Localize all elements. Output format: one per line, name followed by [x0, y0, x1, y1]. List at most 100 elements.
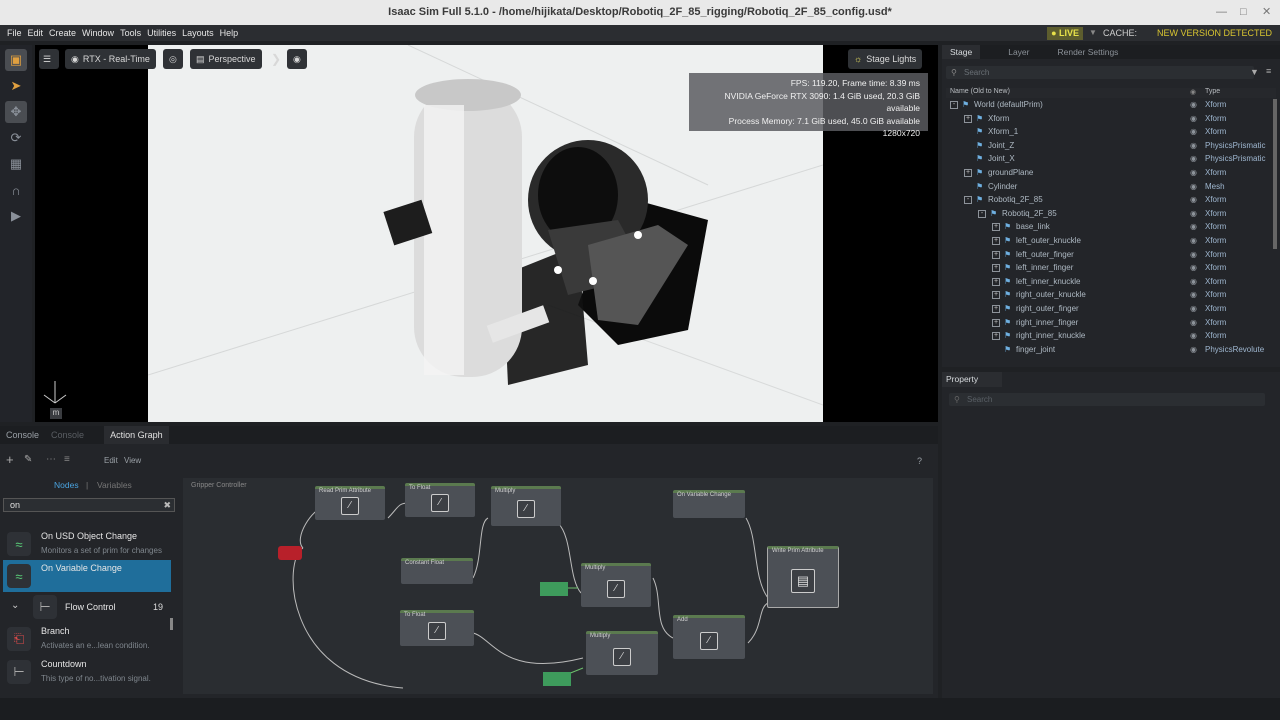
graph-node[interactable]: Multiply ∕ — [491, 486, 561, 526]
tab-console-2[interactable]: Console — [45, 426, 90, 444]
stage-row[interactable]: + ⚑ right_outer_knuckle ◉ Xform — [946, 288, 1272, 302]
menu-file[interactable]: File — [4, 25, 25, 41]
stage-row[interactable]: + ⚑ left_outer_finger ◉ Xform — [946, 248, 1272, 262]
stage-row[interactable]: + ⚑ groundPlane ◉ Xform — [946, 166, 1272, 180]
collapse-icon[interactable]: ≡ — [64, 454, 70, 465]
stage-row[interactable]: + ⚑ left_inner_knuckle ◉ Xform — [946, 275, 1272, 289]
stage-row[interactable]: - ⚑ Robotiq_2F_85 ◉ Xform — [946, 207, 1272, 221]
column-name[interactable]: Name (Old to New) — [950, 88, 1010, 95]
stage-search-input[interactable]: ⚲ Search — [946, 66, 1254, 79]
more-icon[interactable]: ⋯ — [46, 454, 56, 465]
move-icon[interactable]: ✥ — [5, 101, 27, 123]
expand-icon[interactable]: + — [992, 318, 1000, 327]
stage-row[interactable]: - ⚑ World (defaultPrim) ◉ Xform — [946, 98, 1272, 112]
tab-stage[interactable]: Stage — [942, 45, 981, 59]
menu-utilities[interactable]: Utilities — [144, 25, 179, 41]
stage-row[interactable]: + ⚑ left_inner_finger ◉ Xform — [946, 261, 1272, 275]
select-icon[interactable]: ➤ — [5, 75, 27, 97]
node-item-branch[interactable]: ⎗ Branch Activates an e...lean condition. — [3, 623, 171, 655]
live-dropdown-icon[interactable]: ▼ — [1089, 25, 1097, 41]
property-search-input[interactable]: ⚲ Search — [949, 393, 1265, 406]
tab-layer[interactable]: Layer — [1000, 45, 1037, 59]
tab-console[interactable]: Console — [0, 426, 45, 444]
expand-icon[interactable]: + — [992, 332, 1000, 341]
graph-node[interactable]: Read Prim Attribute ∕ — [315, 486, 385, 520]
eye-icon[interactable]: ◉ — [1190, 261, 1197, 275]
stage-row[interactable]: - ⚑ Robotiq_2F_85 ◉ Xform — [946, 193, 1272, 207]
tab-action-graph[interactable]: Action Graph — [104, 426, 169, 444]
stage-row[interactable]: + ⚑ Xform ◉ Xform — [946, 112, 1272, 126]
scale-icon[interactable]: ▦ — [5, 153, 27, 175]
close-icon[interactable]: ✕ — [1262, 0, 1271, 25]
expand-icon[interactable]: + — [964, 169, 972, 177]
graph-node[interactable]: On Variable Change — [673, 490, 745, 518]
visibility-icon[interactable]: ◎ — [163, 49, 183, 69]
eye-icon[interactable]: ◉ — [1190, 207, 1197, 221]
expand-icon[interactable]: + — [992, 237, 1000, 245]
audio-icon[interactable]: ◉ — [287, 49, 307, 69]
nodes-tab[interactable]: Nodes — [54, 480, 79, 490]
menu-create[interactable]: Create — [46, 25, 79, 41]
eye-icon[interactable]: ◉ — [1190, 302, 1197, 316]
eye-icon[interactable]: ◉ — [1190, 275, 1197, 289]
menu-edit[interactable]: Edit — [25, 25, 47, 41]
eye-icon[interactable]: ◉ — [1190, 316, 1197, 330]
eye-icon[interactable]: ◉ — [1190, 343, 1197, 357]
menu-layouts[interactable]: Layouts — [179, 25, 217, 41]
render-mode-button[interactable]: ◉ RTX - Real-Time — [65, 49, 156, 69]
eye-icon[interactable]: ◉ — [1190, 166, 1197, 180]
menu-tools[interactable]: Tools — [117, 25, 144, 41]
eye-icon[interactable]: ◉ — [1190, 248, 1197, 262]
eye-icon[interactable]: ◉ — [1190, 193, 1197, 207]
node-item-on-usd-object-change[interactable]: ≈ On USD Object Change Monitors a set of p… — [3, 528, 171, 560]
stage-row[interactable]: ⚑ Joint_Z ◉ PhysicsPrismatic — [946, 139, 1272, 153]
stage-row[interactable]: + ⚑ base_link ◉ Xform — [946, 220, 1272, 234]
expand-icon[interactable]: + — [964, 114, 972, 123]
camera-button[interactable]: ▤ Perspective — [190, 49, 262, 69]
stage-row[interactable]: ⚑ Joint_X ◉ PhysicsPrismatic — [946, 152, 1272, 166]
maximize-icon[interactable]: □ — [1240, 0, 1247, 25]
expand-icon[interactable]: + — [992, 264, 1000, 273]
forward-icon[interactable]: ❯ — [265, 49, 287, 69]
variable-chip[interactable] — [540, 582, 568, 596]
eye-icon[interactable]: ◉ — [1190, 112, 1197, 126]
add-icon[interactable]: + — [6, 452, 14, 467]
stage-row[interactable]: + ⚑ right_inner_knuckle ◉ Xform — [946, 329, 1272, 343]
expand-icon[interactable]: + — [992, 305, 1000, 313]
stage-scrollbar[interactable] — [1273, 99, 1277, 249]
graph-node[interactable]: Constant Float — [401, 558, 473, 584]
tab-render-settings[interactable]: Render Settings — [1049, 45, 1126, 59]
play-icon[interactable]: ▶ — [5, 205, 27, 227]
list-scrollbar[interactable] — [170, 618, 173, 630]
magnet-icon[interactable]: ∩ — [5, 179, 27, 201]
eye-icon[interactable]: ◉ — [1190, 98, 1197, 112]
menu-help[interactable]: Help — [217, 25, 242, 41]
stage-row[interactable]: ⚑ Xform_1 ◉ Xform — [946, 125, 1272, 139]
stage-row[interactable]: ⚑ finger_joint ◉ PhysicsRevolute — [946, 343, 1272, 357]
options-icon[interactable]: ≡ — [1266, 66, 1271, 76]
stage-row[interactable]: ⚑ Cylinder ◉ Mesh — [946, 180, 1272, 194]
collapse-icon[interactable]: - — [964, 196, 972, 205]
filter-icon[interactable]: ▼ — [1250, 67, 1259, 77]
eye-icon[interactable]: ◉ — [1190, 152, 1197, 166]
view-menu[interactable]: View — [124, 456, 141, 465]
new-version-notice[interactable]: NEW VERSION DETECTED — [1157, 25, 1272, 41]
graph-node[interactable]: Multiply ∕ — [581, 563, 651, 607]
collapse-icon[interactable]: - — [978, 209, 986, 218]
viewport[interactable]: ☰ ◉ RTX - Real-Time ◎ ▤ Perspective ❯ ◉ ☼ S… — [35, 45, 938, 422]
stage-row[interactable]: + ⚑ left_outer_knuckle ◉ Xform — [946, 234, 1272, 248]
node-item-countdown[interactable]: ⊢ Countdown This type of no...tivation sig… — [3, 656, 171, 688]
node-search-input[interactable]: on ✖ — [3, 498, 175, 512]
eye-icon[interactable]: ◉ — [1190, 139, 1197, 153]
graph-node[interactable]: Add ∕ — [673, 615, 745, 659]
stage-lights-button[interactable]: ☼ Stage Lights — [848, 49, 923, 69]
category-flow-control[interactable]: ⌄ ⊢ Flow Control 19 — [3, 593, 171, 621]
edit-icon[interactable]: ✎ — [24, 454, 32, 465]
graph-canvas[interactable]: Gripper Controller Read Prim Attribute ∕ … — [183, 478, 933, 694]
collapse-icon[interactable]: - — [950, 101, 958, 109]
graph-node[interactable]: Write Prim Attribute ▤ — [767, 546, 839, 608]
eye-icon[interactable]: ◉ — [1190, 180, 1197, 194]
expand-icon[interactable]: + — [992, 277, 1000, 286]
stage-row[interactable]: + ⚑ right_outer_finger ◉ Xform — [946, 302, 1272, 316]
expand-icon[interactable]: + — [992, 291, 1000, 300]
